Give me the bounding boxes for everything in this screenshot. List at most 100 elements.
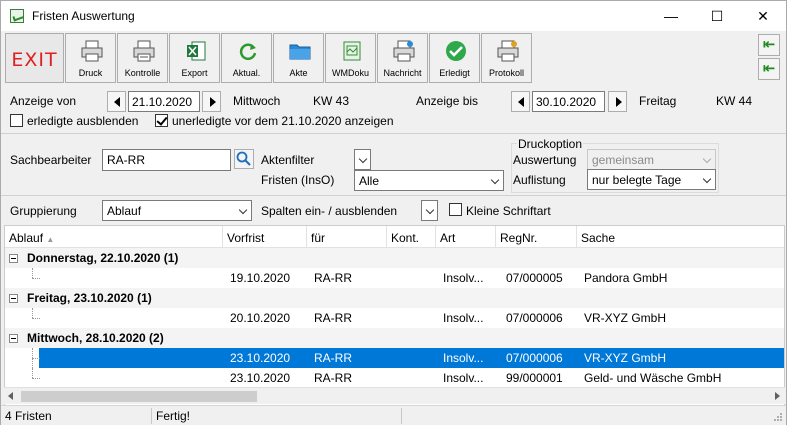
hide-done-checkbox[interactable] <box>10 114 23 127</box>
to-date-field[interactable]: 30.10.2020 <box>532 91 605 112</box>
chevron-down-icon <box>702 174 712 184</box>
wmdoku-label: WMDoku <box>331 68 369 78</box>
chevron-down-icon <box>358 154 368 164</box>
from-next-button[interactable] <box>202 91 221 112</box>
group-row[interactable]: Mittwoch, 28.10.2020 (2) <box>5 328 784 348</box>
status-bar: 4 Fristen Fertig! <box>1 405 786 425</box>
auflistung-dropdown[interactable]: nur belegte Tage <box>587 169 716 190</box>
auswertung-dropdown[interactable]: gemeinsam <box>587 149 716 170</box>
fristen-window: Fristen Auswertung — ☐ ✕ EXIT Druck Kont… <box>0 0 787 425</box>
vorfrist-cell: 19.10.2020 <box>230 271 291 285</box>
from-date-field[interactable]: 21.10.2020 <box>128 91 200 112</box>
from-prev-button[interactable] <box>107 91 126 112</box>
horizontal-scrollbar[interactable] <box>4 387 785 404</box>
from-label: Anzeige von <box>10 94 77 108</box>
message-label: Nachricht <box>383 68 422 78</box>
export-label: Export <box>181 68 208 78</box>
table-row[interactable]: 19.10.2020 RA-RR Insolv... 07/000005 Pan… <box>5 268 784 288</box>
fristen-dropdown[interactable]: Alle <box>354 170 504 191</box>
tree-connector <box>32 268 33 278</box>
akten-filter-dropdown[interactable] <box>354 149 371 170</box>
column-header-vorfrist[interactable]: Vorfrist <box>223 226 307 248</box>
file-button[interactable]: Akte <box>273 33 324 83</box>
table-row-selected[interactable]: 23.10.2020 RA-RR Insolv... 07/000006 VR-… <box>5 348 784 368</box>
to-prev-button[interactable] <box>511 91 530 112</box>
agent-input[interactable]: RA-RR <box>102 149 231 171</box>
regnr-cell: 07/000006 <box>506 311 563 325</box>
done-button[interactable]: Erledigt <box>429 33 480 83</box>
grouping-dropdown[interactable]: Ablauf <box>102 200 252 221</box>
resize-grip-icon[interactable] <box>773 412 783 422</box>
control-button[interactable]: Kontrolle <box>117 33 168 83</box>
grouping-label: Gruppierung <box>10 204 77 218</box>
column-header-ablauf[interactable]: Ablauf ▲ <box>5 226 223 248</box>
app-icon <box>10 9 24 23</box>
collapse-icon[interactable] <box>9 334 18 343</box>
window-title: Fristen Auswertung <box>32 9 135 23</box>
fuer-cell: RA-RR <box>314 271 352 285</box>
collapse-icon[interactable] <box>9 254 18 263</box>
table-row[interactable]: 23.10.2020 RA-RR Insolv... 99/000001 Gel… <box>5 368 784 388</box>
collapse-icon[interactable] <box>9 294 18 303</box>
refresh-button[interactable]: Aktual. <box>221 33 272 83</box>
small-font-label: Kleine Schriftart <box>466 204 551 218</box>
show-open-label: unerledigte vor dem 21.10.2020 anzeigen <box>172 114 394 128</box>
to-label: Anzeige bis <box>416 94 479 108</box>
title-bar: Fristen Auswertung — ☐ ✕ <box>1 1 786 31</box>
from-weekday: Mittwoch <box>233 94 281 108</box>
dock-left-button-2[interactable]: ⇤ <box>758 58 780 80</box>
exit-button[interactable]: EXIT <box>5 33 64 83</box>
scroll-left-icon[interactable] <box>8 392 13 400</box>
status-divider <box>401 408 402 424</box>
regnr-cell: 07/000005 <box>506 271 563 285</box>
protocol-button[interactable]: Protokoll <box>481 33 532 83</box>
refresh-icon <box>239 43 257 60</box>
vorfrist-cell: 23.10.2020 <box>230 371 291 385</box>
fristen-label: Fristen (InsO) <box>261 173 335 187</box>
vorfrist-cell: 20.10.2020 <box>230 311 291 325</box>
to-weekday: Freitag <box>639 94 677 108</box>
scroll-right-icon[interactable] <box>775 392 780 400</box>
status-count: 4 Fristen <box>5 409 52 423</box>
chevron-down-icon <box>490 175 500 185</box>
maximize-button[interactable]: ☐ <box>694 1 740 31</box>
checkmark-icon <box>446 41 466 61</box>
tree-connector <box>32 378 40 379</box>
fristen-value: Alle <box>359 174 380 188</box>
columns-dropdown[interactable] <box>421 200 438 221</box>
column-header-fuer[interactable]: für <box>307 226 387 248</box>
column-header-kont[interactable]: Kont. <box>387 226 436 248</box>
group-row[interactable]: Freitag, 23.10.2020 (1) <box>5 288 784 308</box>
to-next-button[interactable] <box>608 91 627 112</box>
file-label: Akte <box>289 68 308 78</box>
group-row[interactable]: Donnerstag, 22.10.2020 (1) <box>5 248 784 268</box>
wmdoku-button[interactable]: WMDoku <box>325 33 376 83</box>
search-icon[interactable] <box>234 149 254 169</box>
agent-label: Sachbearbeiter <box>10 153 92 167</box>
dock-left-button-1[interactable]: ⇤ <box>758 34 780 56</box>
minimize-button[interactable]: — <box>648 1 694 31</box>
export-button[interactable]: Export <box>169 33 220 83</box>
print-option-title: Druckoption <box>517 137 584 151</box>
table-row[interactable]: 20.10.2020 RA-RR Insolv... 07/000006 VR-… <box>5 308 784 328</box>
from-week: KW 43 <box>313 94 350 108</box>
show-open-checkbox[interactable] <box>155 114 168 127</box>
column-header-art[interactable]: Art <box>436 226 496 248</box>
protocol-printer-icon <box>497 40 519 62</box>
column-header-label: Ablauf <box>9 231 44 245</box>
columns-label: Spalten ein- / ausblenden <box>261 204 398 218</box>
print-button[interactable]: Druck <box>65 33 116 83</box>
auswertung-value: gemeinsam <box>592 153 655 167</box>
group-title: Mittwoch, 28.10.2020 (2) <box>27 331 164 345</box>
tree-connector <box>32 308 33 318</box>
column-header-regnr[interactable]: RegNr. <box>496 226 577 248</box>
message-button[interactable]: Nachricht <box>377 33 428 83</box>
small-font-checkbox[interactable] <box>449 203 462 216</box>
art-cell: Insolv... <box>443 311 484 325</box>
grouping-value: Ablauf <box>107 204 142 218</box>
chevron-down-icon <box>425 205 435 215</box>
close-button[interactable]: ✕ <box>740 1 786 31</box>
scroll-thumb[interactable] <box>21 391 257 402</box>
printer-check-icon <box>133 40 155 62</box>
column-header-sache[interactable]: Sache <box>577 226 784 248</box>
